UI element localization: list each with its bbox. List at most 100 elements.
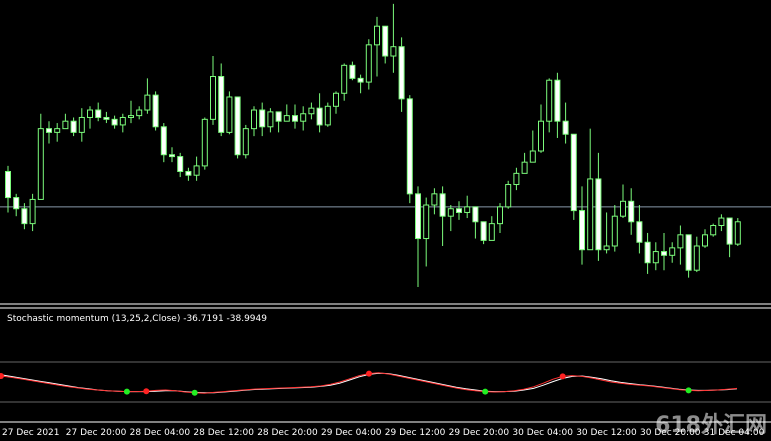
time-axis-label: 28 Dec 04:00 [130,428,191,438]
candle-body [415,193,421,240]
candle-body [693,245,700,271]
candle-body [611,215,618,247]
candle-body [505,184,512,208]
candle-body [144,94,151,111]
candle-body [193,165,200,176]
time-axis-label: 29 Dec 20:00 [449,428,510,438]
watermark-logo: 618外汇网 [655,413,767,438]
candle-body [456,208,462,213]
time-axis-label: 28 Dec 12:00 [193,428,254,438]
candle-body [29,198,36,225]
candle-body [529,150,536,163]
candle-body [406,98,413,195]
candle-body [13,197,20,210]
candle-body [488,223,495,241]
candle-body [398,46,405,100]
candle-body [595,178,602,251]
candle-body [579,210,585,251]
stoch-low-dot [685,387,692,394]
candle-body [283,115,290,122]
candle-body [603,245,610,251]
candle-body [439,193,446,217]
stoch-high-dot [143,388,150,395]
candle-body [210,76,216,120]
candle-body [702,234,708,247]
candle-body [497,206,503,225]
candle-body [669,247,676,256]
chart-background [0,0,771,441]
time-axis-label: 30 Dec 04:00 [512,428,573,438]
stoch-low-dot [482,388,489,395]
candle-body [95,109,102,118]
candle-body [652,251,659,264]
candle-body [382,25,389,57]
candle-body [423,204,430,240]
candle-body [259,109,266,128]
candle-body [37,128,44,200]
candle-body [628,200,635,223]
candle-body [324,105,331,126]
chart-canvas[interactable]: Stochastic momentum (13,25,2,Close) -36.… [0,0,771,441]
stoch-low-dot [123,388,130,395]
candle-body [480,221,487,241]
candle-body [447,208,454,217]
time-axis-label: 27 Dec 2021 [2,428,60,438]
candle-body [169,154,175,158]
candle-body [226,96,233,133]
stoch-low-dot [191,389,198,396]
candle-body [562,120,569,135]
candle-body [54,128,61,133]
candle-body [636,221,643,243]
candle-body [308,107,315,115]
candle-body [152,94,159,128]
candle-body [160,126,167,156]
candle-body [734,221,741,245]
candle-body [431,193,438,206]
candle-body [234,96,241,156]
candle-body [685,234,692,271]
candle-body [644,241,651,264]
candle-body [21,208,28,225]
candle-body [677,234,684,249]
candle-body [661,251,667,256]
candle-body [103,116,110,120]
candle-body [390,46,397,57]
candle-body [365,44,372,83]
candle-body [267,111,274,128]
candle-body [333,92,339,107]
time-axis-label: 27 Dec 20:00 [66,428,127,438]
candle-body [554,79,561,122]
candle-body [620,200,626,217]
candle-body [300,113,307,122]
candle-body [62,120,69,130]
candle-body [374,25,380,46]
stoch-high-dot [559,373,566,380]
candle-body [726,217,733,245]
candle-body [472,206,479,223]
candle-body [46,128,52,133]
candle-body [570,133,577,212]
candle-body [316,107,323,126]
time-axis-label: 30 Dec 12:00 [576,428,637,438]
candle-body [177,156,184,172]
stoch-high-dot [366,370,372,377]
candle-body [128,115,134,118]
candle-body [513,172,520,186]
time-axis-label: 29 Dec 12:00 [385,428,446,438]
candle-body [136,109,143,117]
candle-body [275,111,282,122]
candle-body [70,120,77,133]
candle-body [546,79,553,122]
candle-body [718,217,725,227]
candle-body [78,116,85,133]
candle-body [521,161,528,174]
candle-body [710,225,717,236]
candle-body [185,170,192,176]
candle-body [119,116,126,126]
candle-body [587,178,594,251]
candle-body [292,115,298,122]
candle-body [242,128,249,156]
candle-body [464,206,471,213]
indicator-label: Stochastic momentum (13,25,2,Close) -36.… [7,314,267,324]
time-axis-label: 28 Dec 20:00 [257,428,318,438]
